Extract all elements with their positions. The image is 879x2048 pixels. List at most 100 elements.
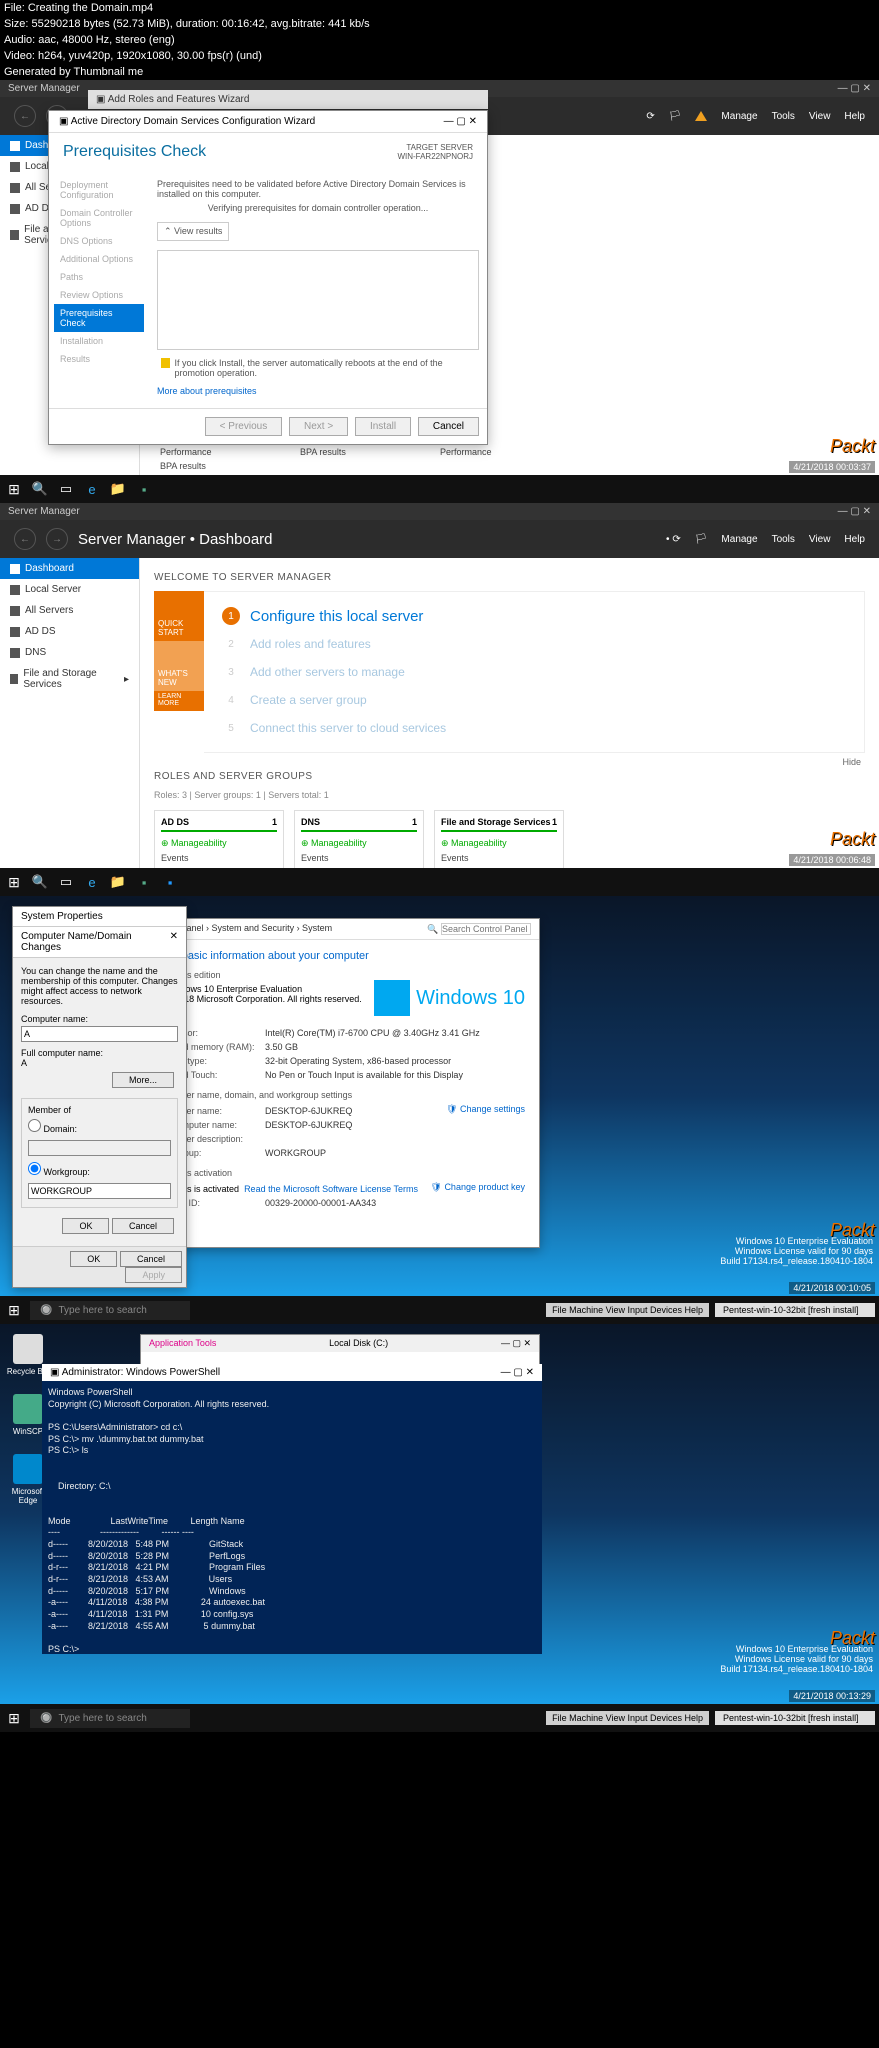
step-3[interactable]: 3Add other servers to manage [222, 658, 846, 686]
sm-task-icon[interactable]: ▪ [134, 479, 154, 499]
card-adds[interactable]: AD DS1 ⊕ Manageability EventsServices Pe… [154, 810, 284, 868]
explorer-addr[interactable]: Application Tools Local Disk (C:) — ▢ ✕ [141, 1335, 539, 1352]
nav-fwd-icon[interactable]: → [46, 528, 68, 550]
watermark: Packt [830, 829, 875, 850]
ps-terminal[interactable]: Windows PowerShell Copyright (C) Microso… [42, 1381, 542, 1662]
prev-button: < Previous [205, 417, 283, 436]
explorer-icon[interactable]: 📁 [108, 479, 128, 499]
vm-menubar[interactable]: File Machine View Input Devices Help [546, 1711, 709, 1725]
wizard-warning: If you click Install, the server automat… [157, 354, 479, 382]
flag-icon[interactable]: 🏳 [695, 534, 708, 545]
explorer-icon[interactable]: 📁 [108, 872, 128, 892]
menu-view[interactable]: View [809, 111, 831, 122]
wizard-window-controls[interactable]: — ▢ ✕ [444, 116, 477, 127]
cancel-button[interactable]: Cancel [418, 417, 479, 436]
warning-triangle-icon [161, 358, 170, 368]
license-terms-link[interactable]: Read the Microsoft Software License Term… [244, 1184, 418, 1194]
domain-input[interactable] [28, 1140, 171, 1156]
dashboard-icon [10, 564, 20, 574]
change-settings-link[interactable]: 🛡 Change settings [446, 1104, 525, 1115]
quick-start-tab[interactable]: QUICK START [154, 591, 204, 641]
timestamp-3: 4/21/2018 00:10:05 [789, 1282, 875, 1294]
sidebar-item-dns[interactable]: DNS [0, 642, 139, 663]
menu-view[interactable]: View [809, 534, 831, 545]
taskview-icon[interactable]: ▭ [56, 479, 76, 499]
start-icon[interactable]: ⊞ [4, 872, 24, 892]
taskview-icon[interactable]: ▭ [56, 872, 76, 892]
more-link[interactable]: More about prerequisites [157, 382, 479, 400]
cancel-button-2[interactable]: Cancel [120, 1251, 182, 1267]
system-properties-dialog: System Properties Computer Name/Domain C… [12, 906, 187, 1288]
ps-task-icon[interactable]: ▪ [160, 872, 180, 892]
search-icon[interactable]: 🔍 [30, 872, 50, 892]
step-2[interactable]: 2Add roles and features [222, 630, 846, 658]
wizard-msg1: Prerequisites need to be validated befor… [157, 179, 479, 199]
refresh-icon[interactable]: • ⟳ [666, 534, 681, 545]
flag-icon[interactable]: 🏳 [669, 111, 682, 122]
refresh-icon[interactable]: ⟳ [646, 111, 654, 122]
start-icon[interactable]: ⊞ [4, 1300, 24, 1320]
search-box[interactable]: 🔘 Type here to search [30, 1709, 190, 1728]
start-icon[interactable]: ⊞ [4, 1708, 24, 1728]
whats-new-tab[interactable]: WHAT'S NEW [154, 641, 204, 691]
card-dns[interactable]: DNS1 ⊕ Manageability EventsServices Perf… [294, 810, 424, 868]
warning-icon[interactable] [695, 111, 707, 121]
file-info-gen: Generated by Thumbnail me [0, 64, 879, 80]
hide-link[interactable]: Hide [154, 753, 865, 771]
menu-manage[interactable]: Manage [721, 534, 757, 545]
more-button[interactable]: More... [112, 1072, 174, 1088]
menu-manage[interactable]: Manage [721, 111, 757, 122]
nav-prereq-check[interactable]: Prerequisites Check [54, 304, 144, 332]
menu-tools[interactable]: Tools [772, 534, 795, 545]
windows-10-logo: Windows 10 [374, 980, 525, 1016]
nav-back-icon[interactable]: ← [14, 528, 36, 550]
menu-help[interactable]: Help [844, 534, 865, 545]
menu-tools[interactable]: Tools [772, 111, 795, 122]
card-file[interactable]: File and Storage Services1 ⊕ Manageabili… [434, 810, 564, 868]
rg-bpa: BPA results [160, 459, 278, 473]
sidebar-item-local[interactable]: Local Server [0, 579, 139, 600]
sidebar-item-all[interactable]: All Servers [0, 600, 139, 621]
powershell-window[interactable]: ▣ Administrator: Windows PowerShell — ▢ … [42, 1364, 542, 1654]
nav-back-icon[interactable]: ← [14, 105, 36, 127]
sidebar-item-adds[interactable]: AD DS [0, 621, 139, 642]
vm-menubar[interactable]: File Machine View Input Devices Help [546, 1303, 709, 1317]
ok-button[interactable]: OK [62, 1218, 109, 1234]
taskbar-1[interactable]: ⊞ 🔍 ▭ e 📁 ▪ [0, 475, 879, 503]
watermark: Packt [830, 1220, 875, 1241]
search-cp-input[interactable] [441, 923, 531, 935]
taskbar-3[interactable]: ⊞ 🔘 Type here to search File Machine Vie… [0, 1296, 879, 1324]
window-controls[interactable]: — ▢ ✕ [838, 83, 871, 94]
step-1[interactable]: 1Configure this local server [222, 602, 846, 630]
ps-window-controls[interactable]: — ▢ ✕ [501, 1367, 534, 1378]
close-icon[interactable]: ✕ [170, 931, 178, 953]
sm-task-icon[interactable]: ▪ [134, 872, 154, 892]
workgroup-radio[interactable] [28, 1162, 41, 1175]
workgroup-input[interactable] [28, 1183, 171, 1199]
menu-help[interactable]: Help [844, 111, 865, 122]
window-controls[interactable]: — ▢ ✕ [838, 506, 871, 517]
learn-more-tab[interactable]: LEARN MORE [154, 691, 204, 711]
taskbar-2[interactable]: ⊞ 🔍 ▭ e 📁 ▪ ▪ [0, 868, 879, 896]
sidebar-item-file[interactable]: File and Storage Services ▸ [0, 663, 139, 695]
ie-icon[interactable]: e [82, 872, 102, 892]
wizard-header: Prerequisites Check [63, 143, 206, 161]
system-breadcrumb: Control Panel › System and Security › Sy… [141, 919, 539, 940]
ie-icon[interactable]: e [82, 479, 102, 499]
taskbar-4[interactable]: ⊞ 🔘 Type here to search File Machine Vie… [0, 1704, 879, 1732]
search-icon[interactable]: 🔍 [30, 479, 50, 499]
ok-button-2[interactable]: OK [70, 1251, 117, 1267]
search-box[interactable]: 🔘 Type here to search [30, 1301, 190, 1320]
start-icon[interactable]: ⊞ [4, 479, 24, 499]
computer-name-input[interactable] [21, 1026, 178, 1042]
change-key-link[interactable]: 🛡 Change product key [431, 1182, 526, 1193]
view-results-toggle[interactable]: ⌃ View results [157, 222, 229, 241]
sidebar-item-dashboard[interactable]: Dashboard [0, 558, 139, 579]
domain-radio[interactable] [28, 1119, 41, 1132]
step-4[interactable]: 4Create a server group [222, 686, 846, 714]
cancel-button[interactable]: Cancel [112, 1218, 174, 1234]
wizard-titlebar: ▣ Active Directory Domain Services Confi… [49, 111, 487, 133]
vm-title: Pentest-win-10-32bit [fresh install] [715, 1303, 875, 1317]
dns-icon [10, 648, 20, 658]
step-5[interactable]: 5Connect this server to cloud services [222, 714, 846, 742]
